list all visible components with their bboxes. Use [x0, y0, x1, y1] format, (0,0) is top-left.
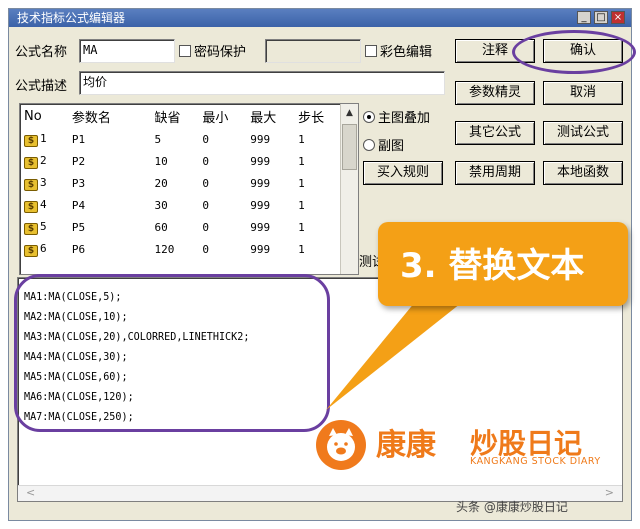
- callout-text: 3. 替换文本: [400, 246, 585, 286]
- callout-pointer-shape: [326, 296, 470, 410]
- brand-name-a: 康康: [376, 428, 436, 463]
- brand-logo-icon: [316, 420, 366, 470]
- watermark: 头条 @康康炒股日记: [456, 500, 568, 514]
- pig-face-icon: [327, 428, 355, 461]
- brand-english: KANGKANG STOCK DIARY: [470, 456, 601, 467]
